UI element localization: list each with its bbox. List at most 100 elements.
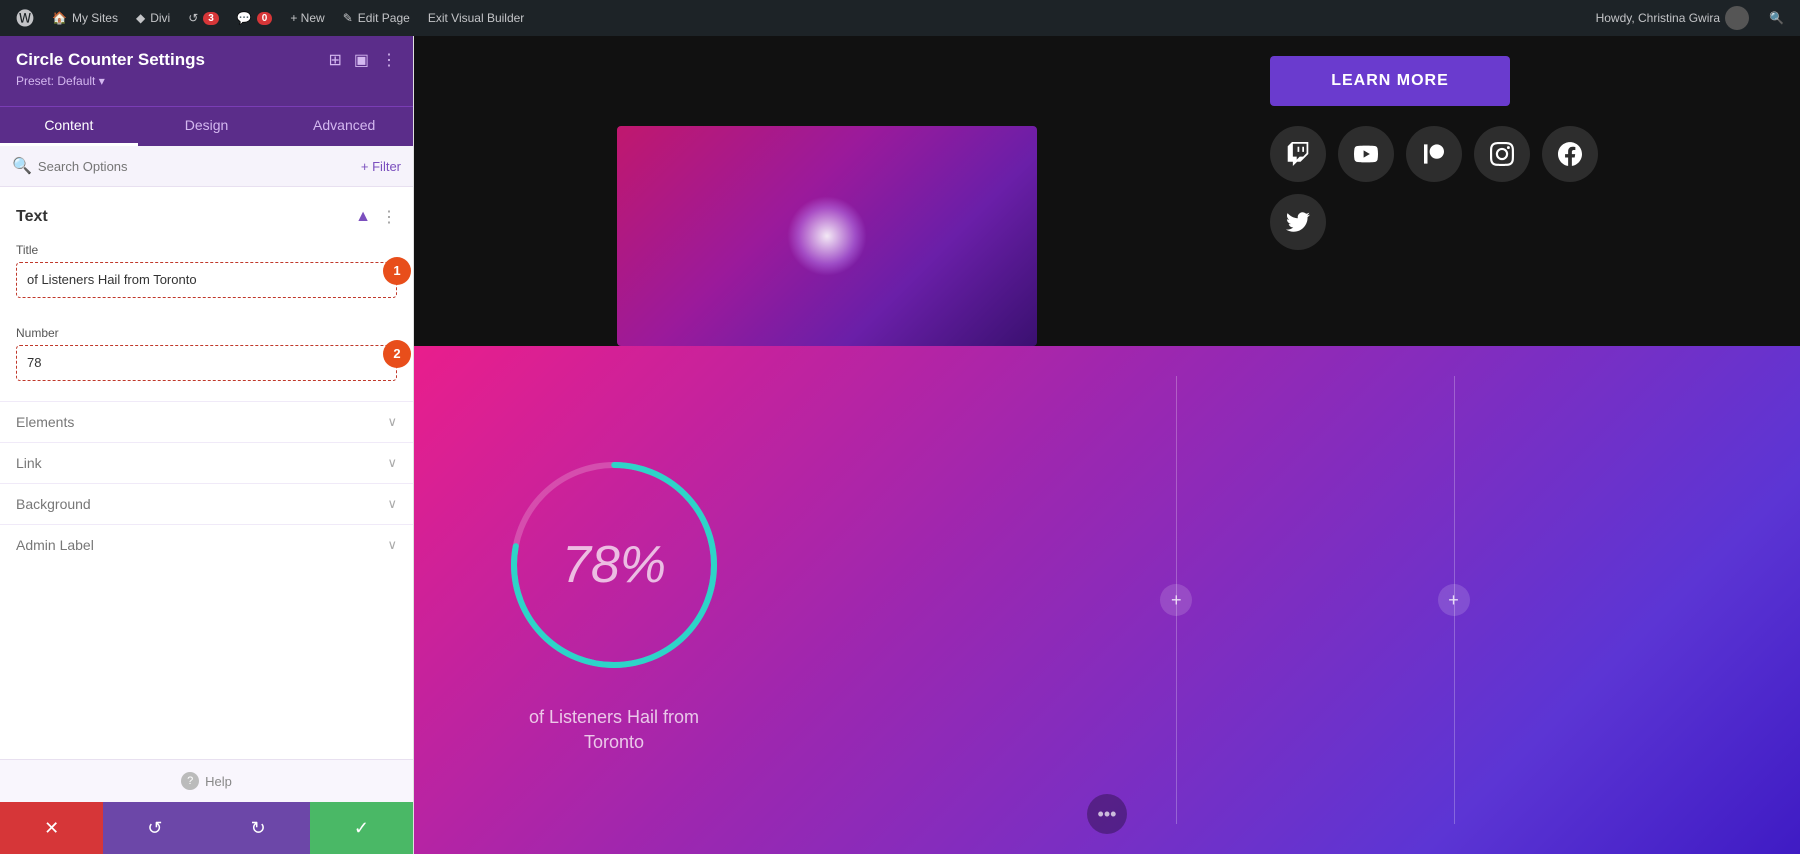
- admin-bar-exit-builder[interactable]: Exit Visual Builder: [420, 0, 533, 36]
- twitch-icon[interactable]: [1270, 126, 1326, 182]
- title-input[interactable]: [27, 272, 386, 287]
- sync-icon[interactable]: ⊞: [328, 50, 341, 70]
- field-row-number: Number 2: [16, 326, 397, 381]
- add-column-button-2[interactable]: +: [1438, 584, 1470, 616]
- tab-design[interactable]: Design: [138, 107, 276, 146]
- panel-header: Circle Counter Settings ⊞ ▣ ⋮ Preset: De…: [0, 36, 413, 106]
- help-button[interactable]: ? Help: [181, 772, 232, 790]
- circle-svg-wrapper: 78%: [494, 445, 734, 685]
- search-icon: 🔍: [12, 156, 32, 176]
- admin-bar-comments[interactable]: ↺ 3: [180, 0, 227, 36]
- panel-preset[interactable]: Preset: Default ▾: [16, 74, 397, 88]
- collapse-icon[interactable]: ▲: [355, 208, 371, 226]
- social-row-1: [1270, 126, 1770, 182]
- left-panel: Circle Counter Settings ⊞ ▣ ⋮ Preset: De…: [0, 36, 414, 854]
- hero-image: [617, 126, 1037, 346]
- chevron-down-icon: ∨: [387, 537, 397, 553]
- patreon-icon[interactable]: [1406, 126, 1462, 182]
- chevron-down-icon: ∨: [387, 455, 397, 471]
- circle-counter: 78% of Listeners Hail fromToronto: [494, 445, 734, 755]
- admin-bar-edit-page[interactable]: ✎ Edit Page: [335, 0, 418, 36]
- section-link-title: Link: [16, 455, 42, 471]
- divi-icon: ◆: [136, 11, 145, 25]
- tab-content[interactable]: Content: [0, 107, 138, 146]
- section-text-header[interactable]: Text ▲ ⋮: [0, 199, 413, 235]
- bottom-toolbar: ✕ ↺ ↻ ✓: [0, 802, 413, 854]
- save-button[interactable]: ✓: [310, 802, 413, 854]
- more-options-icon[interactable]: ⋮: [381, 50, 397, 70]
- canvas-top: LEARN MORE: [414, 36, 1800, 346]
- tab-advanced[interactable]: Advanced: [275, 107, 413, 146]
- section-background[interactable]: Background ∨: [0, 483, 413, 524]
- learn-more-button[interactable]: LEARN MORE: [1270, 56, 1510, 106]
- redo-icon: ↻: [251, 818, 266, 839]
- section-text-actions: ▲ ⋮: [355, 207, 397, 227]
- chat-icon: 💬: [237, 11, 252, 25]
- section-link[interactable]: Link ∨: [0, 442, 413, 483]
- undo-button[interactable]: ↺: [103, 802, 206, 854]
- field-label-number: Number: [16, 326, 397, 340]
- cancel-button[interactable]: ✕: [0, 802, 103, 854]
- section-more-icon[interactable]: ⋮: [381, 207, 397, 227]
- section-elements[interactable]: Elements ∨: [0, 401, 413, 442]
- youtube-icon[interactable]: [1338, 126, 1394, 182]
- social-icons-grid: [1270, 126, 1770, 250]
- field-row-title: Title 1: [16, 243, 397, 298]
- chevron-down-icon: ∨: [387, 496, 397, 512]
- search-input[interactable]: [38, 159, 361, 174]
- panel-tabs: Content Design Advanced: [0, 106, 413, 146]
- admin-bar-new[interactable]: + New: [282, 0, 332, 36]
- panel-title-icons: ⊞ ▣ ⋮: [328, 50, 397, 70]
- badge-2: 2: [383, 340, 411, 368]
- field-input-wrapper-title: [16, 262, 397, 298]
- admin-bar-my-sites[interactable]: 🏠 My Sites: [44, 0, 126, 36]
- filter-button[interactable]: + Filter: [361, 159, 401, 174]
- panel-title-row: Circle Counter Settings ⊞ ▣ ⋮: [16, 50, 397, 70]
- section-admin-label[interactable]: Admin Label ∨: [0, 524, 413, 565]
- social-row-2: [1270, 194, 1770, 250]
- avatar: [1725, 6, 1749, 30]
- canvas-hero-image-area: [414, 36, 1240, 346]
- twitter-icon[interactable]: [1270, 194, 1326, 250]
- admin-bar-right: Howdy, Christina Gwira 🔍: [1588, 0, 1792, 36]
- section-text-title: Text: [16, 208, 48, 226]
- facebook-icon[interactable]: [1542, 126, 1598, 182]
- admin-bar: 🅦 🏠 My Sites ◆ Divi ↺ 3 💬 0 + New ✎ Edit…: [0, 0, 1800, 36]
- canvas: LEARN MORE: [414, 36, 1800, 854]
- section-admin-label-title: Admin Label: [16, 537, 94, 553]
- panel-content: Text ▲ ⋮ Title 1: [0, 187, 413, 759]
- panel-footer: ? Help: [0, 759, 413, 802]
- wp-logo-icon[interactable]: 🅦: [8, 5, 42, 31]
- field-group-title: Title 1: [0, 235, 413, 318]
- hero-glow: [787, 196, 867, 276]
- module-options-button[interactable]: •••: [1087, 794, 1127, 834]
- instagram-icon[interactable]: [1474, 126, 1530, 182]
- redo-button[interactable]: ↻: [207, 802, 310, 854]
- section-text: Text ▲ ⋮ Title 1: [0, 199, 413, 401]
- panel-title: Circle Counter Settings: [16, 50, 205, 70]
- add-column-button-1[interactable]: +: [1160, 584, 1192, 616]
- section-elements-title: Elements: [16, 414, 74, 430]
- circle-counter-value: 78%: [562, 536, 666, 594]
- admin-bar-search[interactable]: 🔍: [1761, 0, 1792, 36]
- field-label-title: Title: [16, 243, 397, 257]
- number-input[interactable]: [27, 355, 386, 370]
- admin-bar-howdy[interactable]: Howdy, Christina Gwira: [1588, 0, 1757, 36]
- search-bar: 🔍 + Filter: [0, 146, 413, 187]
- admin-bar-divi[interactable]: ◆ Divi: [128, 0, 178, 36]
- field-input-wrapper-number: [16, 345, 397, 381]
- save-icon: ✓: [354, 818, 369, 839]
- canvas-top-right: LEARN MORE: [1240, 36, 1800, 346]
- admin-bar-chat[interactable]: 💬 0: [229, 0, 281, 36]
- search-icon: 🔍: [1769, 11, 1784, 25]
- refresh-icon: ↺: [188, 11, 198, 25]
- section-background-title: Background: [16, 496, 91, 512]
- canvas-bottom: 78% of Listeners Hail fromToronto + + ••…: [414, 346, 1800, 854]
- undo-icon: ↺: [147, 818, 162, 839]
- help-icon: ?: [181, 772, 199, 790]
- cancel-icon: ✕: [44, 818, 59, 839]
- edit-icon: ✎: [343, 11, 353, 25]
- layout-icon[interactable]: ▣: [354, 50, 369, 70]
- chevron-down-icon: ∨: [387, 414, 397, 430]
- main-layout: Circle Counter Settings ⊞ ▣ ⋮ Preset: De…: [0, 36, 1800, 854]
